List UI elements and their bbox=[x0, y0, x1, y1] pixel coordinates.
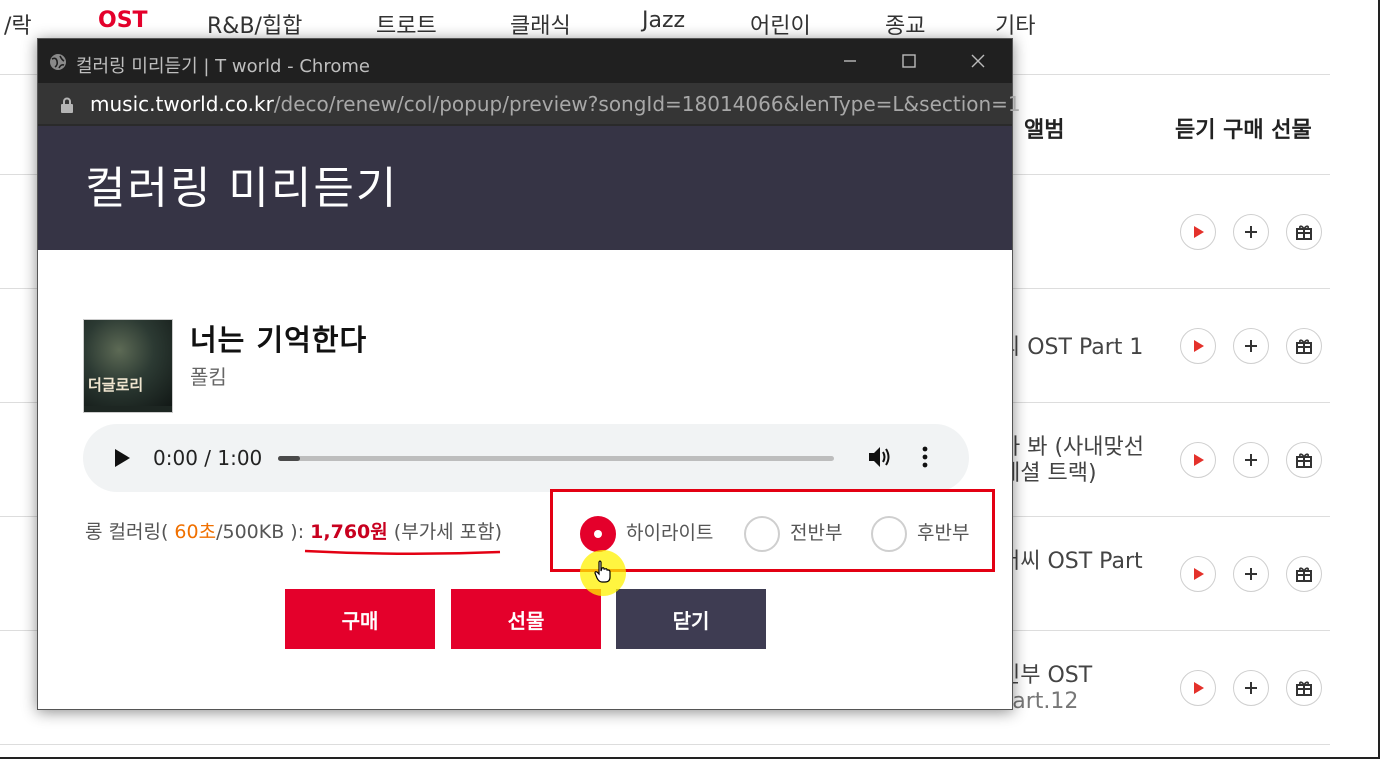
gift-button[interactable] bbox=[1286, 556, 1322, 592]
album-name[interactable]: 신부 OST bbox=[1000, 663, 1092, 689]
divider bbox=[0, 744, 1330, 745]
gift-icon bbox=[1296, 567, 1312, 582]
genre-etc[interactable]: 기타 bbox=[995, 8, 1035, 40]
hand-cursor-icon bbox=[594, 560, 611, 583]
duration-seconds: 60초 bbox=[174, 521, 217, 543]
album-column-header: 앨범 bbox=[1024, 118, 1065, 143]
buy-button[interactable]: 구매 bbox=[285, 589, 435, 649]
add-button[interactable] bbox=[1233, 442, 1269, 478]
globe-icon bbox=[50, 54, 66, 70]
window-titlebar[interactable]: 컬러링 미리듣기 | T world - Chrome bbox=[38, 39, 1012, 83]
album-cover-text: 더글로리 bbox=[88, 376, 144, 394]
player-time: 0:00 / 1:00 bbox=[153, 446, 263, 470]
add-button[interactable] bbox=[1233, 214, 1269, 250]
row-actions bbox=[1180, 328, 1322, 364]
actions-column-header: 듣기 구매 선물 bbox=[1175, 118, 1312, 143]
radio-label-highlight: 하이라이트 bbox=[626, 522, 714, 544]
radio-circle[interactable] bbox=[744, 516, 780, 552]
price-prefix: 롱 컬러링( bbox=[85, 521, 169, 543]
url-host: music.tworld.co.kr bbox=[90, 92, 274, 116]
address-bar[interactable]: music.tworld.co.kr/deco/renew/col/popup/… bbox=[38, 83, 1021, 126]
album-name[interactable]: 저씨 OST Part bbox=[1000, 549, 1143, 575]
album-name[interactable]: 의 OST Part 1 bbox=[1000, 335, 1143, 361]
play-icon bbox=[1194, 682, 1204, 694]
plus-icon bbox=[1245, 682, 1257, 694]
genre-rnb-hiphop[interactable]: R&B/힙합 bbox=[207, 8, 302, 40]
album-cover: 더글로리 bbox=[83, 319, 173, 413]
row-actions bbox=[1180, 670, 1322, 706]
close-icon bbox=[971, 54, 985, 68]
play-button[interactable] bbox=[1180, 670, 1216, 706]
url-text[interactable]: music.tworld.co.kr/deco/renew/col/popup/… bbox=[90, 92, 1021, 116]
add-button[interactable] bbox=[1233, 328, 1269, 364]
play-icon bbox=[1194, 568, 1204, 580]
gift-button[interactable] bbox=[1286, 214, 1322, 250]
gift-icon bbox=[1296, 681, 1312, 696]
progress-slider[interactable] bbox=[278, 456, 834, 461]
gift-send-button[interactable]: 선물 bbox=[451, 589, 601, 649]
gift-button[interactable] bbox=[1286, 328, 1322, 364]
play-icon bbox=[1194, 340, 1204, 352]
url-path: /deco/renew/col/popup/preview?songId=180… bbox=[273, 92, 1021, 116]
vat-note: (부가세 포함) bbox=[393, 521, 503, 543]
add-button[interactable] bbox=[1233, 670, 1269, 706]
radio-label-first-half: 전반부 bbox=[790, 522, 843, 544]
radio-circle[interactable] bbox=[871, 516, 907, 552]
genre-jazz[interactable]: Jazz bbox=[642, 8, 685, 33]
popup-header: 컬러링 미리듣기 bbox=[38, 126, 1012, 250]
maximize-icon bbox=[902, 54, 916, 68]
gift-icon bbox=[1296, 453, 1312, 468]
close-window-button[interactable] bbox=[958, 47, 998, 75]
volume-icon[interactable] bbox=[867, 444, 893, 470]
player-play-icon[interactable] bbox=[113, 448, 131, 468]
gift-button[interactable] bbox=[1286, 670, 1322, 706]
genre-trot[interactable]: 트로트 bbox=[376, 8, 437, 40]
row-actions bbox=[1180, 442, 1322, 478]
play-button[interactable] bbox=[1180, 328, 1216, 364]
radio-label-second-half: 후반부 bbox=[917, 522, 970, 544]
genre-religion[interactable]: 종교 bbox=[885, 8, 925, 40]
progress-fill bbox=[278, 456, 301, 461]
genre-classic[interactable]: 클래식 bbox=[510, 8, 571, 40]
annotation-underline bbox=[304, 549, 501, 556]
lock-icon bbox=[61, 97, 73, 113]
minimize-button[interactable] bbox=[830, 47, 870, 75]
file-size: /500KB ): bbox=[216, 521, 305, 543]
gift-button[interactable] bbox=[1286, 442, 1322, 478]
minimize-icon bbox=[844, 60, 856, 62]
radio-circle-selected[interactable] bbox=[580, 516, 616, 552]
window-title: 컬러링 미리듣기 | T world - Chrome bbox=[76, 56, 370, 77]
artist-name: 폴킴 bbox=[190, 365, 227, 389]
plus-icon bbox=[1245, 568, 1257, 580]
more-options-icon[interactable] bbox=[921, 444, 929, 470]
add-button[interactable] bbox=[1233, 556, 1269, 592]
play-icon bbox=[1194, 226, 1204, 238]
gift-icon bbox=[1296, 339, 1312, 354]
play-button[interactable] bbox=[1180, 556, 1216, 592]
album-name-line2[interactable]: 페셜 트랙) bbox=[1000, 461, 1097, 487]
audio-player: 0:00 / 1:00 bbox=[83, 424, 969, 492]
price-info: 롱 컬러링( 60초/500KB ): 1,760원 (부가세 포함) bbox=[85, 517, 502, 544]
plus-icon bbox=[1245, 340, 1257, 352]
genre-rock[interactable]: /락 bbox=[4, 8, 32, 40]
play-button[interactable] bbox=[1180, 442, 1216, 478]
row-actions bbox=[1180, 556, 1322, 592]
genre-ost[interactable]: OST bbox=[98, 8, 148, 33]
genre-kids[interactable]: 어린이 bbox=[750, 8, 811, 40]
plus-icon bbox=[1245, 454, 1257, 466]
play-icon bbox=[1194, 454, 1204, 466]
price-amount: 1,760원 bbox=[310, 521, 388, 543]
row-actions bbox=[1180, 214, 1322, 250]
gift-icon bbox=[1296, 225, 1312, 240]
maximize-button[interactable] bbox=[889, 47, 929, 75]
close-button[interactable]: 닫기 bbox=[616, 589, 766, 649]
album-name[interactable]: 가 봐 (사내맞선 bbox=[1000, 435, 1144, 461]
play-button[interactable] bbox=[1180, 214, 1216, 250]
plus-icon bbox=[1245, 226, 1257, 238]
popup-header-title: 컬러링 미리듣기 bbox=[85, 163, 399, 214]
song-title: 너는 기억한다 bbox=[190, 323, 368, 357]
preview-popup-window: 컬러링 미리듣기 | T world - Chrome music.tworld… bbox=[37, 38, 1021, 710]
